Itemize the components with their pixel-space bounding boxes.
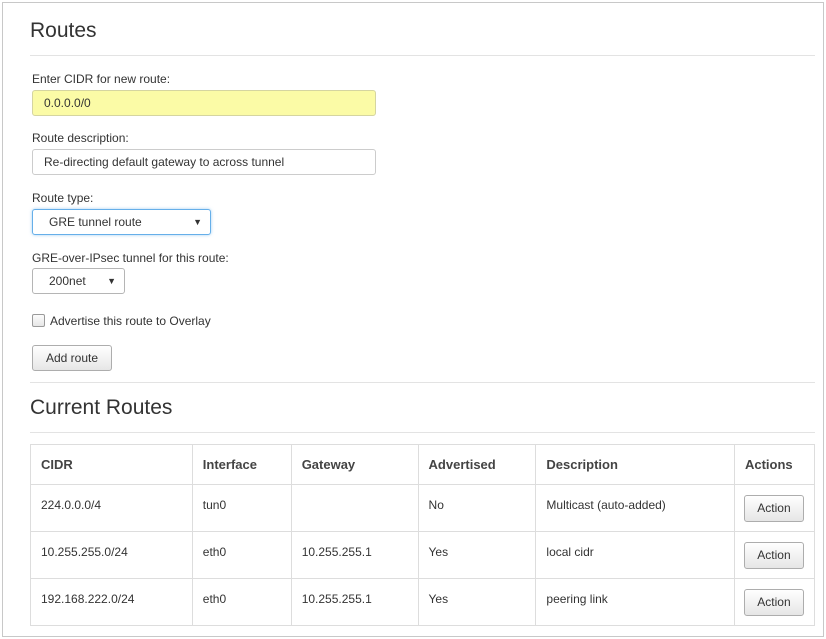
table-row: 192.168.222.0/24 eth0 10.255.255.1 Yes p… <box>30 578 816 626</box>
column-header-description: Description <box>535 444 735 485</box>
cell-actions: Action <box>733 531 816 579</box>
action-button[interactable]: Action <box>743 494 804 522</box>
cell-advertised: No <box>417 484 537 532</box>
cell-cidr: 10.255.255.0/24 <box>30 531 193 579</box>
cell-interface: eth0 <box>191 578 292 626</box>
divider <box>30 432 815 433</box>
table-row: 10.255.255.0/24 eth0 10.255.255.1 Yes lo… <box>30 531 816 579</box>
divider <box>30 382 815 383</box>
cell-description: local cidr <box>535 531 735 579</box>
column-header-actions: Actions <box>733 444 816 485</box>
routes-table: CIDR Interface Gateway Advertised Descri… <box>30 444 816 626</box>
action-button[interactable]: Action <box>743 588 804 616</box>
column-header-advertised: Advertised <box>417 444 537 485</box>
cell-description: peering link <box>535 578 735 626</box>
table-row: 224.0.0.0/4 tun0 No Multicast (auto-adde… <box>30 484 816 532</box>
action-button[interactable]: Action <box>743 541 804 569</box>
route-type-value: GRE tunnel route <box>49 215 142 229</box>
divider <box>30 55 815 56</box>
cell-description: Multicast (auto-added) <box>535 484 735 532</box>
add-route-button[interactable]: Add route <box>32 345 112 371</box>
column-header-cidr: CIDR <box>30 444 193 485</box>
cell-cidr: 192.168.222.0/24 <box>30 578 193 626</box>
tunnel-value: 200net <box>49 274 86 288</box>
description-input[interactable]: Re-directing default gateway to across t… <box>32 149 376 175</box>
advertise-checkbox[interactable] <box>32 314 45 327</box>
routes-panel: Routes Enter CIDR for new route: 0.0.0.0… <box>2 2 824 637</box>
cell-advertised: Yes <box>417 578 537 626</box>
tunnel-label: GRE-over-IPsec tunnel for this route: <box>32 251 229 265</box>
chevron-down-icon: ▼ <box>107 276 116 286</box>
page-title: Routes <box>30 19 97 42</box>
cell-gateway <box>290 484 419 532</box>
table-header-row: CIDR Interface Gateway Advertised Descri… <box>30 444 816 485</box>
cell-gateway: 10.255.255.1 <box>290 531 419 579</box>
description-label: Route description: <box>32 131 129 145</box>
cell-actions: Action <box>733 578 816 626</box>
advertise-label: Advertise this route to Overlay <box>50 314 211 328</box>
column-header-gateway: Gateway <box>290 444 419 485</box>
cidr-input[interactable]: 0.0.0.0/0 <box>32 90 376 116</box>
cell-interface: tun0 <box>191 484 292 532</box>
cell-gateway: 10.255.255.1 <box>290 578 419 626</box>
column-header-interface: Interface <box>191 444 292 485</box>
cell-cidr: 224.0.0.0/4 <box>30 484 193 532</box>
route-type-label: Route type: <box>32 191 94 205</box>
cell-actions: Action <box>733 484 816 532</box>
cell-advertised: Yes <box>417 531 537 579</box>
route-type-select[interactable]: GRE tunnel route ▼ <box>32 209 211 235</box>
tunnel-select[interactable]: 200net ▼ <box>32 268 125 294</box>
cell-interface: eth0 <box>191 531 292 579</box>
cidr-label: Enter CIDR for new route: <box>32 72 171 86</box>
current-routes-title: Current Routes <box>30 396 173 419</box>
chevron-down-icon: ▼ <box>193 217 202 227</box>
